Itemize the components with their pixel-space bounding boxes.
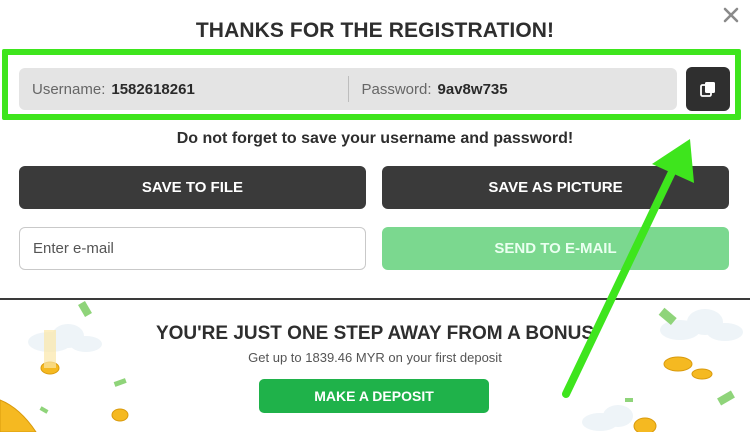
save-reminder: Do not forget to save your username and …	[176, 130, 574, 147]
dialog-title: THANKS FOR THE REGISTRATION!	[195, 19, 555, 42]
save-as-picture-button[interactable]: SAVE AS PICTURE	[382, 166, 729, 209]
email-input[interactable]	[19, 227, 366, 270]
send-to-email-button[interactable]: SEND TO E-MAIL	[382, 227, 729, 270]
highlight-frame	[2, 49, 741, 120]
save-to-file-button[interactable]: SAVE TO FILE	[19, 166, 366, 209]
cloud-icon	[582, 405, 633, 431]
bonus-title: YOU'RE JUST ONE STEP AWAY FROM A BONUS	[155, 323, 595, 344]
bonus-subtitle: Get up to 1839.46 MYR on your first depo…	[248, 350, 502, 365]
make-deposit-button[interactable]: MAKE A DEPOSIT	[259, 379, 489, 413]
